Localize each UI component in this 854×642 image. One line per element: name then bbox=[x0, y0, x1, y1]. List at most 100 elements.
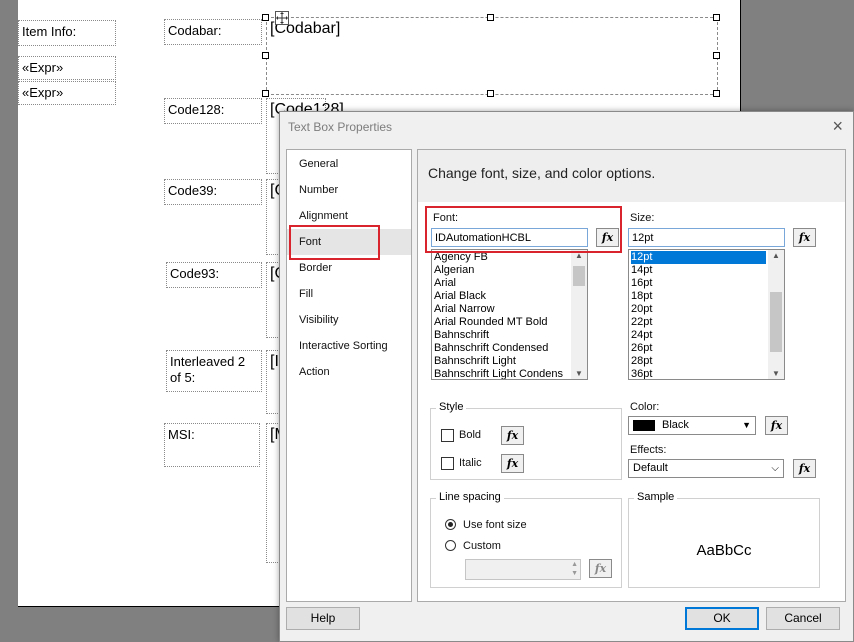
effects-value: Default bbox=[633, 462, 668, 474]
msi-label[interactable]: MSI: bbox=[164, 423, 260, 467]
size-list-item-selected[interactable]: 12pt bbox=[631, 251, 766, 264]
color-label: Color: bbox=[630, 401, 660, 413]
expr-field-1[interactable]: «Expr» bbox=[18, 56, 116, 80]
size-list-item[interactable]: 20pt bbox=[631, 303, 652, 316]
font-list-item[interactable]: Arial Rounded MT Bold bbox=[434, 316, 548, 329]
font-list[interactable]: Agency FB Algerian Arial Arial Black Ari… bbox=[431, 249, 588, 380]
line-spacing-title: Line spacing bbox=[436, 491, 504, 503]
interleaved-label[interactable]: Interleaved 2 of 5: bbox=[166, 350, 262, 392]
effects-fx-button[interactable]: fx bbox=[793, 459, 816, 478]
size-list-item[interactable]: 22pt bbox=[631, 316, 652, 329]
ok-button[interactable]: OK bbox=[685, 607, 759, 630]
code128-label[interactable]: Code128: bbox=[164, 98, 262, 124]
color-fx-button[interactable]: fx bbox=[765, 416, 788, 435]
size-input[interactable]: 12pt bbox=[628, 228, 785, 247]
dialog-title: Text Box Properties bbox=[288, 120, 393, 134]
resize-handle[interactable] bbox=[487, 14, 494, 21]
chevron-down-icon: ▼ bbox=[742, 420, 751, 430]
nav-item-general[interactable]: General bbox=[287, 151, 411, 177]
property-nav: General Number Alignment Font Border Fil… bbox=[286, 149, 412, 602]
nav-item-number[interactable]: Number bbox=[287, 177, 411, 203]
style-group: Style Bold fx Italic fx bbox=[430, 401, 622, 480]
resize-handle[interactable] bbox=[262, 52, 269, 59]
resize-handle[interactable] bbox=[713, 90, 720, 97]
scroll-down-icon[interactable]: ▼ bbox=[571, 369, 587, 378]
effects-dropdown[interactable]: Default ⌵ bbox=[628, 459, 784, 478]
nav-item-action[interactable]: Action bbox=[287, 359, 411, 385]
font-list-item[interactable]: Algerian bbox=[434, 264, 474, 277]
item-info-label[interactable]: Item Info: bbox=[18, 20, 116, 46]
custom-label: Custom bbox=[463, 540, 501, 552]
codabar-label[interactable]: Codabar: bbox=[164, 19, 262, 45]
size-list-item[interactable]: 14pt bbox=[631, 264, 652, 277]
scroll-thumb[interactable] bbox=[573, 266, 585, 286]
custom-radio[interactable] bbox=[445, 540, 456, 551]
font-list-item[interactable]: Bahnschrift bbox=[434, 329, 489, 342]
expr-field-2[interactable]: «Expr» bbox=[18, 81, 116, 105]
resize-handle[interactable] bbox=[713, 14, 720, 21]
help-button[interactable]: Help bbox=[286, 607, 360, 630]
italic-checkbox[interactable] bbox=[441, 457, 454, 470]
stepper-up-icon[interactable]: ▲ bbox=[571, 560, 578, 569]
font-nav-highlight bbox=[289, 225, 380, 260]
font-page: Change font, size, and color options. Fo… bbox=[417, 149, 846, 602]
move-handle-icon[interactable] bbox=[275, 11, 289, 25]
text-box-properties-dialog: Text Box Properties × General Number Ali… bbox=[279, 111, 854, 642]
spacing-fx-button[interactable]: fx bbox=[589, 559, 612, 578]
font-list-item[interactable]: Bahnschrift Condensed bbox=[434, 342, 548, 355]
font-list-item[interactable]: Bahnschrift Light Condens bbox=[434, 368, 563, 379]
code39-label[interactable]: Code39: bbox=[164, 179, 262, 205]
sample-text: AaBbCc bbox=[696, 542, 752, 559]
use-font-size-label: Use font size bbox=[463, 519, 527, 531]
font-list-item[interactable]: Arial Narrow bbox=[434, 303, 495, 316]
cancel-button[interactable]: Cancel bbox=[766, 607, 840, 630]
color-dropdown[interactable]: Black ▼ bbox=[628, 416, 756, 435]
scroll-thumb[interactable] bbox=[770, 292, 782, 352]
size-list-item[interactable]: 36pt bbox=[631, 368, 652, 379]
sample-group: Sample AaBbCc bbox=[628, 491, 820, 588]
resize-handle[interactable] bbox=[487, 90, 494, 97]
bold-checkbox[interactable] bbox=[441, 429, 454, 442]
font-list-item[interactable]: Arial Black bbox=[434, 290, 486, 303]
style-group-title: Style bbox=[436, 401, 467, 413]
color-swatch bbox=[633, 420, 655, 431]
size-list-item[interactable]: 18pt bbox=[631, 290, 652, 303]
size-list-item[interactable]: 24pt bbox=[631, 329, 652, 342]
size-list-item[interactable]: 16pt bbox=[631, 277, 652, 290]
bold-label: Bold bbox=[459, 429, 482, 441]
size-list-scrollbar[interactable]: ▲ ▼ bbox=[768, 250, 784, 379]
size-label: Size: bbox=[630, 212, 655, 224]
resize-handle[interactable] bbox=[262, 90, 269, 97]
sample-title: Sample bbox=[634, 491, 678, 503]
size-list[interactable]: 12pt 14pt 16pt 18pt 20pt 22pt 24pt 26pt … bbox=[628, 249, 785, 380]
close-icon[interactable]: × bbox=[832, 116, 843, 136]
nav-item-visibility[interactable]: Visibility bbox=[287, 307, 411, 333]
size-list-item[interactable]: 28pt bbox=[631, 355, 652, 368]
scroll-up-icon[interactable]: ▲ bbox=[768, 251, 784, 260]
chevron-down-icon: ⌵ bbox=[771, 463, 779, 474]
stepper-down-icon[interactable]: ▼ bbox=[571, 569, 578, 578]
effects-label: Effects: bbox=[630, 444, 667, 456]
line-spacing-group: Line spacing Use font size Custom ▲ ▼ fx bbox=[430, 491, 622, 588]
font-list-item[interactable]: Arial bbox=[434, 277, 456, 290]
scroll-down-icon[interactable]: ▼ bbox=[768, 369, 784, 378]
color-value: Black bbox=[662, 419, 689, 431]
italic-label: Italic bbox=[459, 457, 482, 469]
use-font-size-radio[interactable] bbox=[445, 519, 456, 530]
nav-item-fill[interactable]: Fill bbox=[287, 281, 411, 307]
bold-fx-button[interactable]: fx bbox=[501, 426, 524, 445]
font-list-item[interactable]: Bahnschrift Light bbox=[434, 355, 516, 368]
resize-handle[interactable] bbox=[262, 14, 269, 21]
custom-spacing-stepper[interactable]: ▲ ▼ bbox=[465, 559, 581, 580]
resize-handle[interactable] bbox=[713, 52, 720, 59]
size-fx-button[interactable]: fx bbox=[793, 228, 816, 247]
page-header: Change font, size, and color options. bbox=[418, 150, 845, 202]
nav-item-interactive-sorting[interactable]: Interactive Sorting bbox=[287, 333, 411, 359]
font-list-scrollbar[interactable]: ▲ ▼ bbox=[571, 250, 587, 379]
italic-fx-button[interactable]: fx bbox=[501, 454, 524, 473]
code93-label[interactable]: Code93: bbox=[166, 262, 262, 288]
size-list-item[interactable]: 26pt bbox=[631, 342, 652, 355]
font-field-highlight bbox=[425, 206, 622, 253]
page-header-text: Change font, size, and color options. bbox=[428, 165, 656, 181]
codabar-field[interactable]: [Codabar] bbox=[266, 17, 718, 95]
